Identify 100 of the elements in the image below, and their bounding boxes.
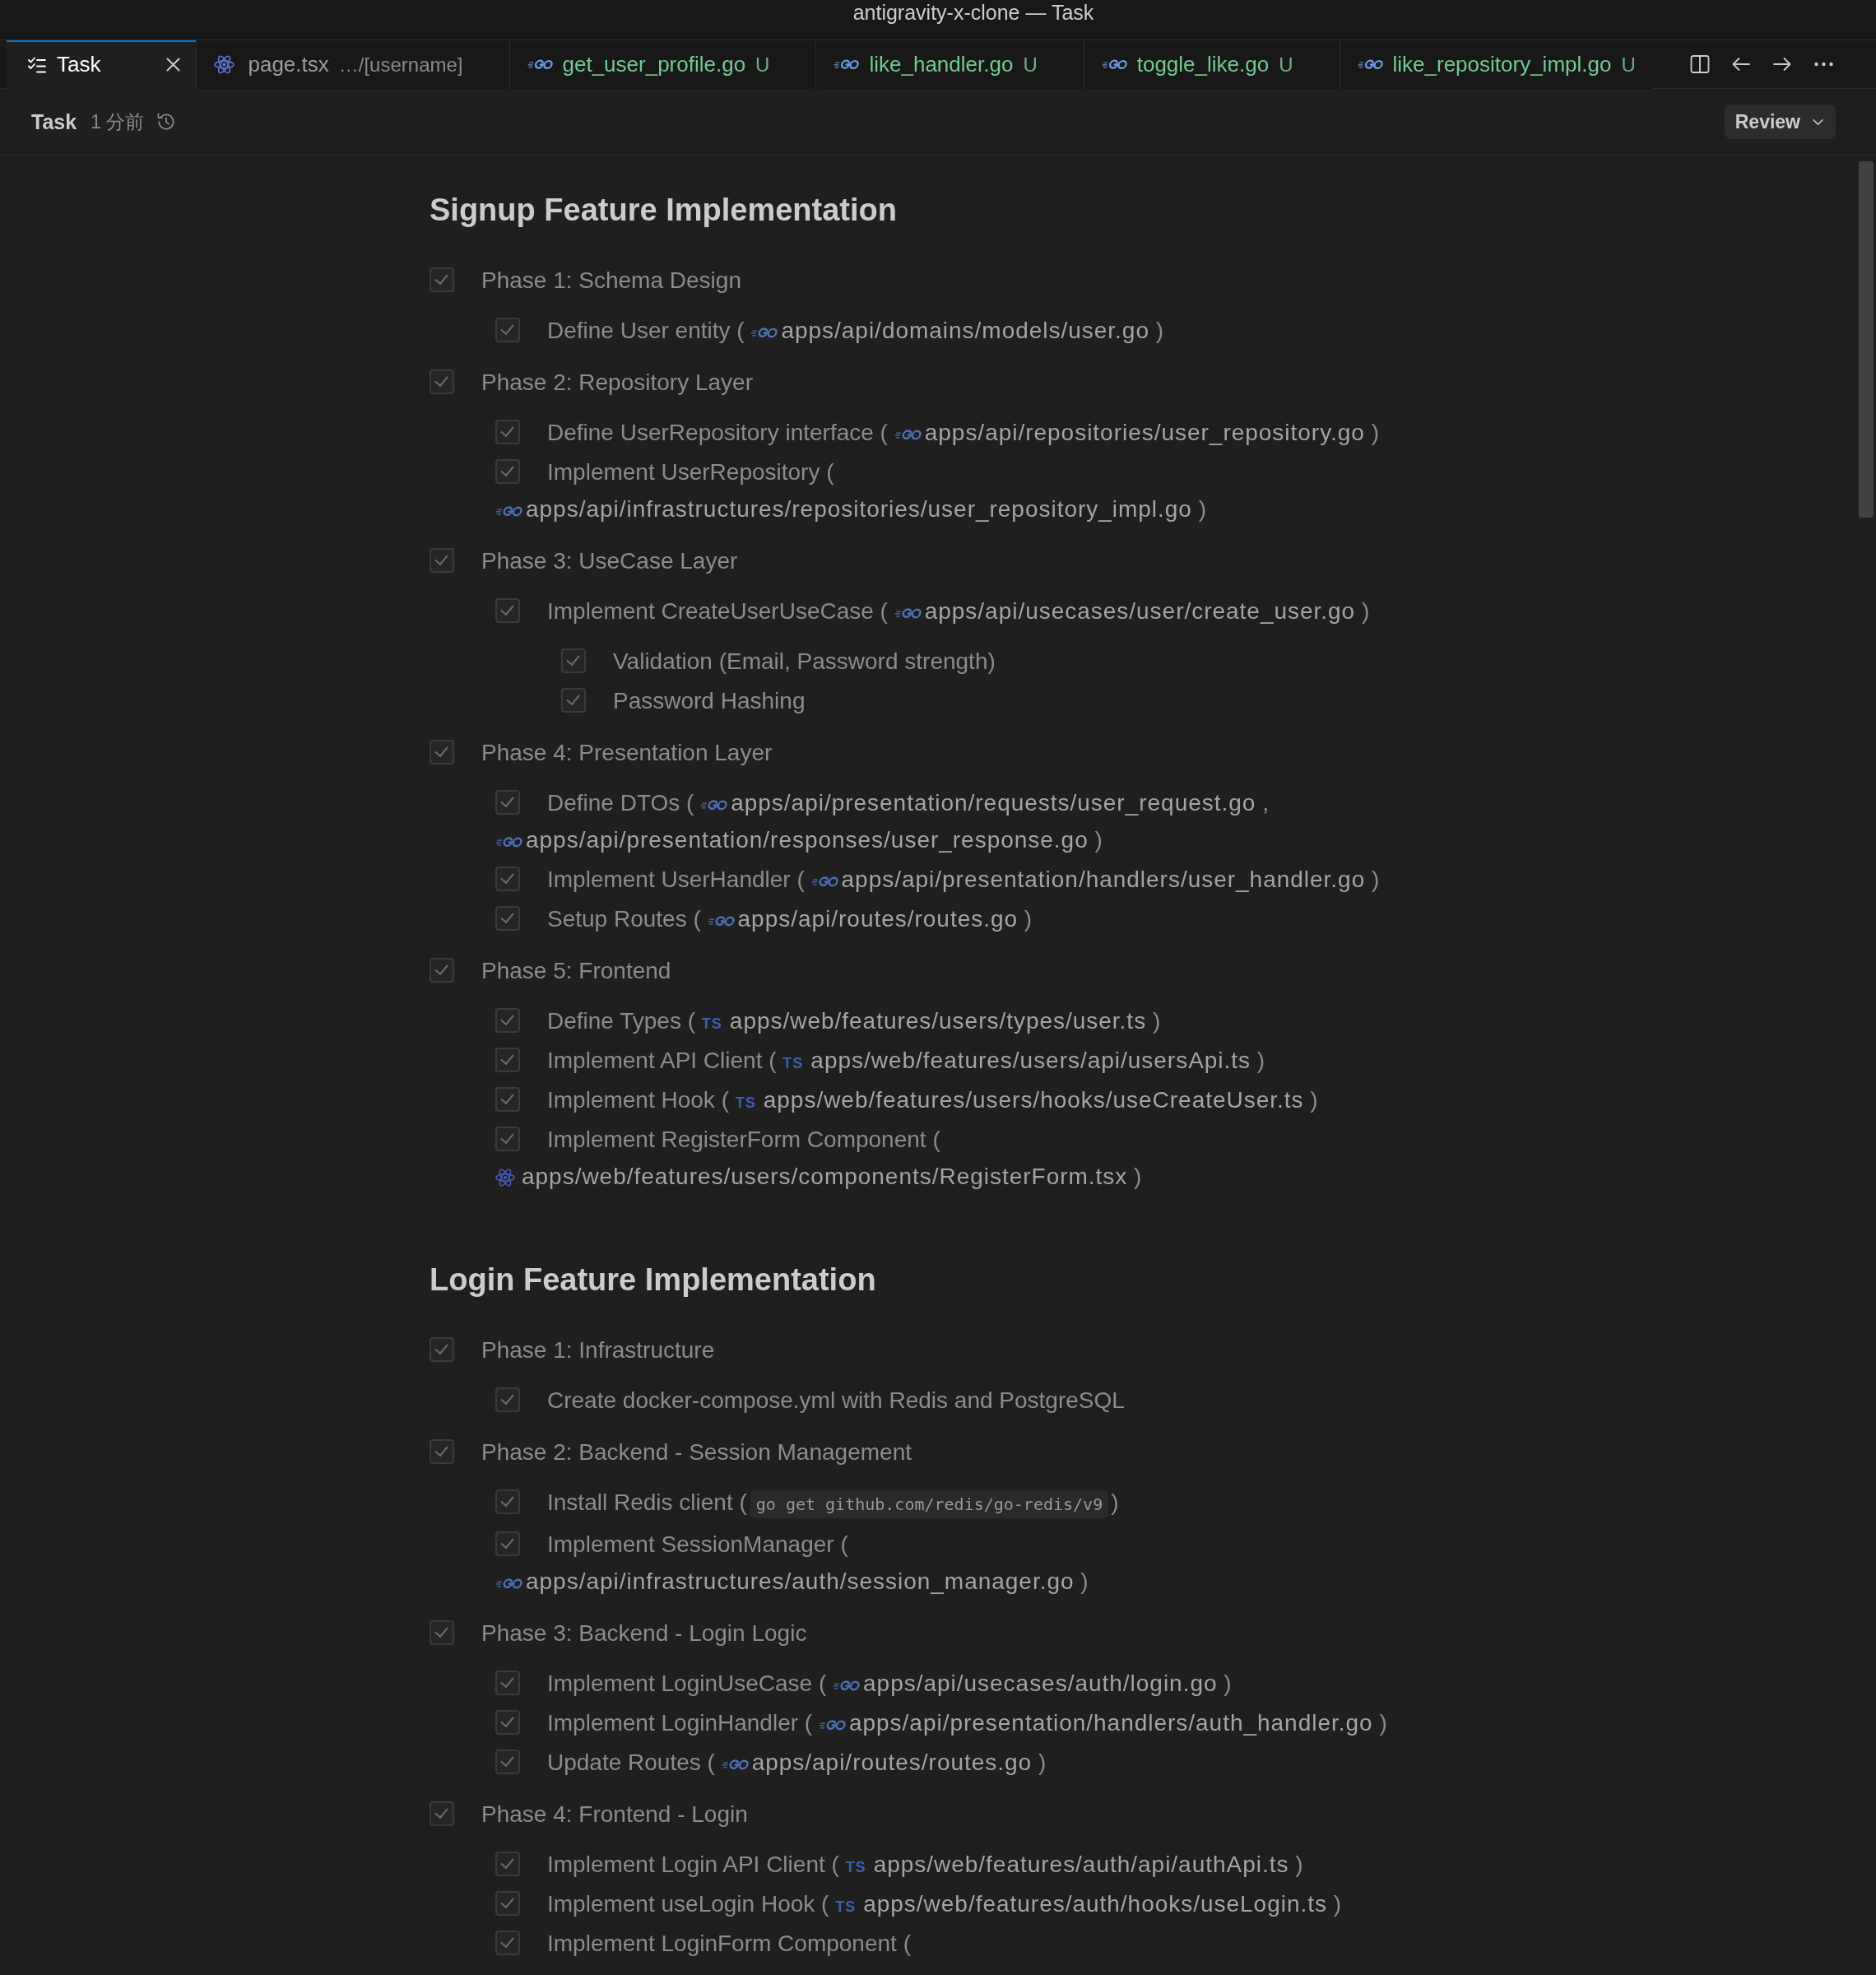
checkbox[interactable] (430, 740, 454, 764)
task-label: Phase 1: Schema Design (481, 267, 741, 293)
checkbox[interactable] (430, 1337, 454, 1362)
file-link[interactable]: apps/api/infrastructures/repositories/user_repository_impl.go (495, 496, 1192, 522)
file-link[interactable]: TS apps/web/features/users/hooks/useCreateUser.ts (735, 1087, 1304, 1113)
go-file-icon (894, 429, 922, 441)
checkbox[interactable] (495, 906, 520, 931)
close-icon[interactable] (166, 58, 181, 72)
task-label: Phase 1: Infrastructure (481, 1337, 715, 1363)
file-link[interactable]: apps/api/presentation/handlers/auth_handler.go (818, 1710, 1373, 1736)
go-file-icon (1357, 58, 1383, 71)
go-file-icon (834, 58, 860, 71)
checkbox[interactable] (495, 1750, 520, 1774)
editor-tab[interactable]: toggle_like.go U (1084, 40, 1340, 89)
go-file-icon (818, 1719, 846, 1731)
task-label: Phase 5: Frontend (481, 958, 671, 983)
checkbox[interactable] (495, 1048, 520, 1072)
task-label: Implement UserHandler ( apps/api/presentation/handlers/user_handler.go ) (547, 867, 1380, 892)
task-label: Phase 2: Backend - Session Management (481, 1439, 912, 1465)
file-link[interactable]: apps/api/infrastructures/auth/session_manager.go (495, 1568, 1075, 1594)
checkbox[interactable] (561, 648, 586, 673)
checkbox[interactable] (430, 1801, 454, 1826)
editor-tab[interactable]: get_user_profile.go U (509, 40, 817, 89)
checkbox[interactable] (430, 1439, 454, 1464)
file-type-label: TS (782, 1055, 804, 1071)
file-link[interactable]: apps/api/routes/routes.go (707, 906, 1019, 932)
file-type-label: TS (701, 1015, 722, 1032)
code-snippet: go get github.com/redis/go-redis/v9 (750, 1490, 1109, 1518)
checkbox[interactable] (495, 1891, 520, 1916)
task-label: Phase 3: UseCase Layer (481, 548, 738, 574)
file-link[interactable]: apps/api/presentation/handlers/user_handler.go (810, 867, 1366, 892)
checkbox[interactable] (495, 318, 520, 342)
checkbox[interactable] (495, 1531, 520, 1556)
checkbox[interactable] (495, 790, 520, 815)
file-link[interactable]: apps/web/features/users/components/RegisterForm.tsx (495, 1164, 1128, 1189)
checkbox[interactable] (430, 1620, 454, 1645)
go-file-icon (527, 58, 553, 71)
file-type-label: TS (845, 1859, 866, 1875)
git-status: U (1023, 53, 1038, 77)
checkbox[interactable] (430, 548, 454, 573)
file-link[interactable]: apps/api/domains/models/user.go (750, 318, 1149, 343)
go-file-icon (750, 327, 778, 339)
checkbox[interactable] (495, 420, 520, 444)
checkbox[interactable] (495, 1087, 520, 1112)
file-link[interactable]: apps/api/presentation/responses/user_response.go (495, 827, 1089, 853)
go-file-icon (721, 1759, 749, 1771)
checkbox[interactable] (495, 1489, 520, 1514)
panel-title: Task (31, 109, 77, 134)
scrollbar-thumb[interactable] (1859, 161, 1874, 518)
git-status: U (1621, 53, 1636, 77)
file-link[interactable]: apps/api/repositories/user_repository.go (894, 420, 1365, 445)
checkbox[interactable] (495, 1671, 520, 1695)
task-label: Create docker-compose.yml with Redis and PostgreSQL (547, 1387, 1125, 1413)
section-heading: Login Feature Implementation (430, 1262, 877, 1299)
editor-tab[interactable]: like_handler.go U (816, 40, 1084, 89)
checkbox[interactable] (430, 369, 454, 394)
checkbox[interactable] (495, 598, 520, 623)
go-file-icon (894, 607, 922, 620)
task-label: Define UserRepository interface ( apps/api/repositories/user_repository.go ) (547, 420, 1380, 445)
more-icon[interactable] (1813, 62, 1834, 67)
checkbox[interactable] (430, 958, 454, 983)
git-status: U (1279, 53, 1293, 77)
file-link[interactable]: apps/api/usecases/user/create_user.go (894, 598, 1356, 624)
task-label: Phase 2: Repository Layer (481, 369, 753, 395)
checkbox[interactable] (495, 1008, 520, 1033)
section-heading: Signup Feature Implementation (430, 192, 898, 229)
file-link[interactable]: apps/api/presentation/requests/user_request.go (700, 790, 1256, 816)
task-label: Implement Hook ( TS apps/web/features/users/hooks/useCreateUser.ts ) (547, 1087, 1318, 1113)
editor-tab[interactable]: Task (7, 40, 197, 89)
checkbox[interactable] (495, 1931, 520, 1955)
checkbox[interactable] (495, 1852, 520, 1876)
file-link[interactable]: apps/api/usecases/auth/login.go (833, 1671, 1218, 1696)
go-file-icon (495, 836, 522, 848)
atom-icon (495, 1168, 515, 1187)
checkbox[interactable] (495, 459, 520, 484)
checkbox[interactable] (495, 1710, 520, 1735)
checkbox[interactable] (495, 1387, 520, 1412)
file-link[interactable]: apps/api/routes/routes.go (721, 1750, 1033, 1775)
task-label: Password Hashing (613, 688, 806, 713)
task-label: Implement API Client ( TS apps/web/features/users/api/usersApi.ts ) (547, 1048, 1265, 1073)
timestamp: 1 分前 (91, 109, 145, 134)
split-editor-icon[interactable] (1690, 54, 1710, 74)
file-link[interactable]: TS apps/web/features/users/types/user.ts (701, 1008, 1147, 1034)
task-label: Define User entity ( apps/api/domains/models/user.go ) (547, 318, 1164, 343)
go-file-icon (495, 505, 522, 518)
checkbox[interactable] (495, 867, 520, 891)
file-link[interactable]: TS apps/web/features/auth/api/authApi.ts (845, 1852, 1289, 1877)
go-file-icon (707, 915, 735, 927)
checklist-icon (28, 56, 46, 73)
checkbox[interactable] (430, 267, 454, 292)
review-button[interactable]: Review (1724, 105, 1836, 139)
editor-tab[interactable]: page.tsx …/[username] (197, 40, 510, 89)
file-link[interactable]: TS apps/web/features/users/api/usersApi.ts (782, 1048, 1251, 1073)
checkbox[interactable] (495, 1127, 520, 1151)
file-link[interactable]: TS apps/web/features/auth/hooks/useLogin.ts (835, 1891, 1327, 1917)
checkbox[interactable] (561, 688, 586, 713)
window-title: antigravity-x-clone — Task (852, 0, 1094, 25)
chevron-down-icon (1812, 118, 1824, 126)
task-label: Phase 3: Backend - Login Logic (481, 1620, 807, 1646)
task-label: Update Routes ( apps/api/routes/routes.go ) (547, 1750, 1047, 1775)
